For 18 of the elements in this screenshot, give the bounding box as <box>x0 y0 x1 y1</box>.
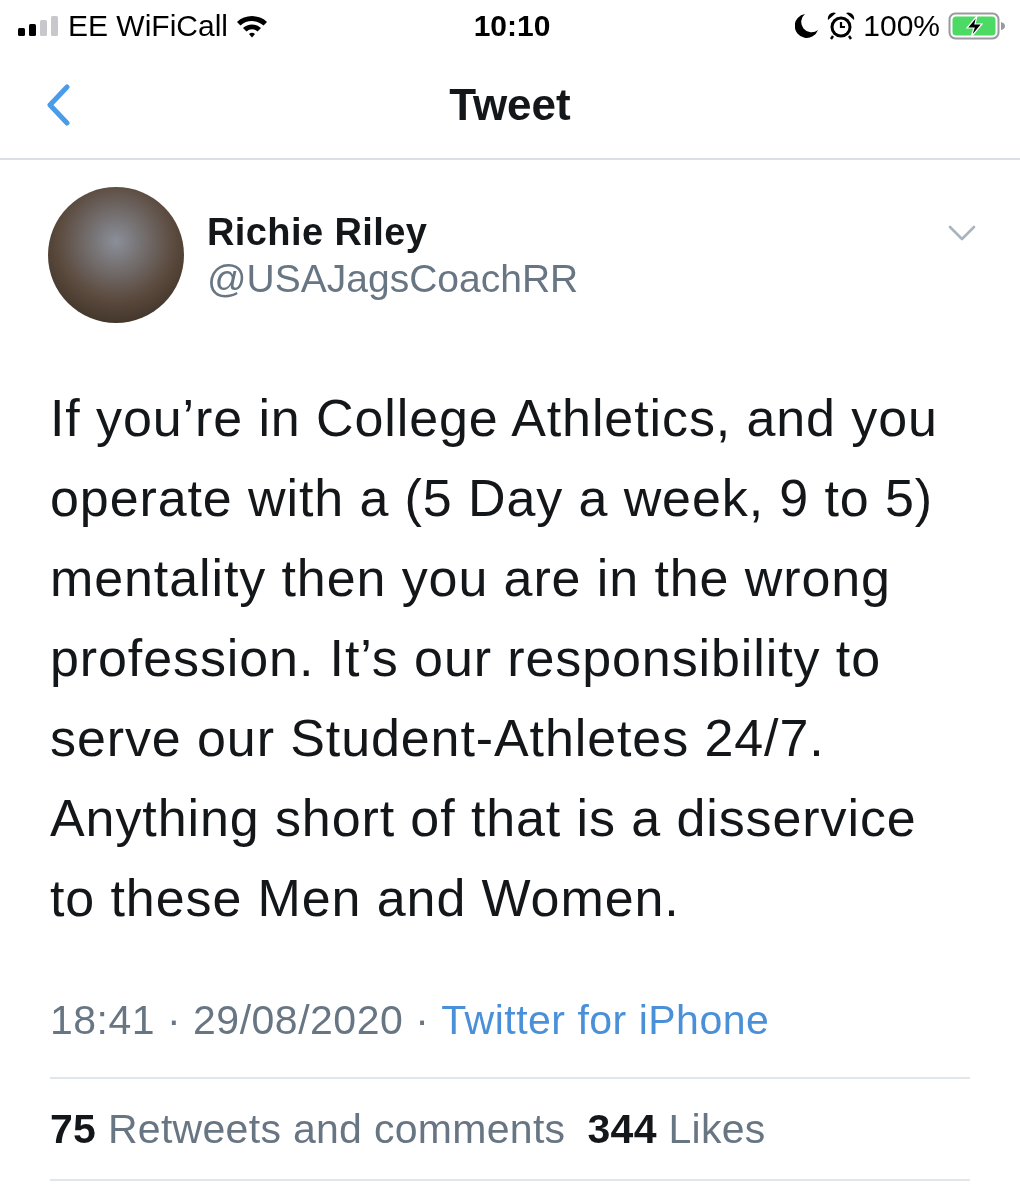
engagement-count-link[interactable]: 75 Retweets and comments <box>50 1104 566 1154</box>
back-icon <box>45 84 71 126</box>
page-title: Tweet <box>449 79 571 131</box>
signal-icon <box>18 16 60 36</box>
alarm-clock-icon <box>827 12 856 40</box>
battery-charging-icon <box>948 12 1006 40</box>
tweet-text: If you’re in College Athletics, and you operate with a (5 Day a week, 9 to 5) mentality then you are in the wrong profession. It’s our responsibility to serve our Student-Athletes 24/7. Anything short of that is a disservice to these Men and Women. <box>49 388 939 929</box>
wifi-icon <box>236 14 268 38</box>
clock-time: 10:10 <box>473 8 551 44</box>
battery-percentage: 100% <box>863 8 940 44</box>
author-handle[interactable]: @USAJagsCoachRR <box>207 255 579 303</box>
tweet-timestamp: 18:41 · 29/08/2020 · <box>50 996 430 1045</box>
chevron-down-icon <box>948 225 976 241</box>
moon-icon <box>795 13 820 39</box>
author-name[interactable]: Richie Riley <box>207 209 579 255</box>
engagement-count-link[interactable]: 344 Likes <box>587 1104 766 1154</box>
more-options-button[interactable] <box>948 225 976 241</box>
carrier-name: EE WiFiCall <box>68 8 228 44</box>
